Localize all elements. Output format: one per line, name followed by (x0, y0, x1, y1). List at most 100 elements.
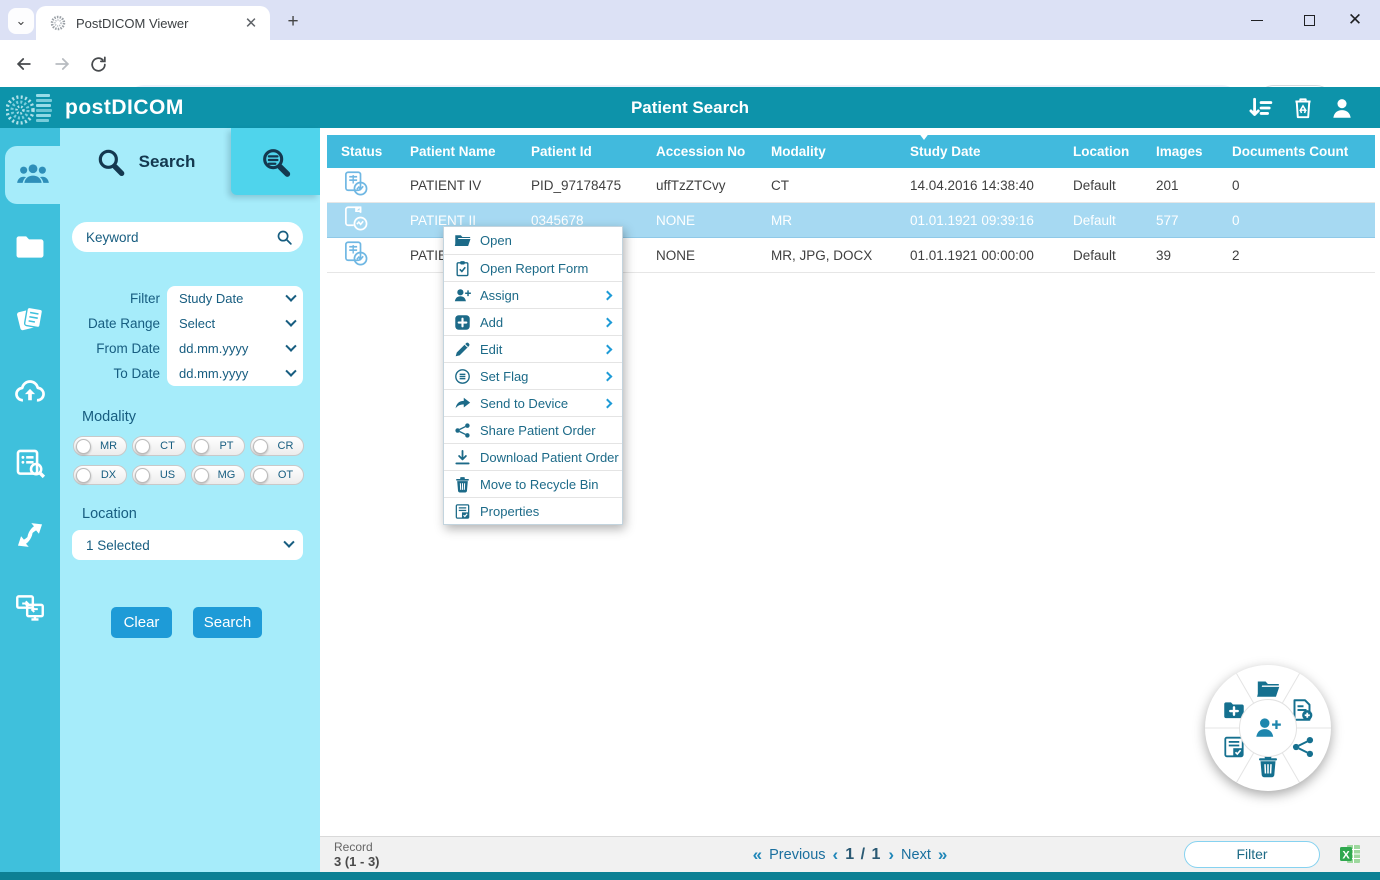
submenu-arrow-icon (603, 371, 613, 381)
first-page-icon[interactable]: « (753, 845, 762, 865)
menu-item-label: Assign (480, 288, 604, 303)
filter-row-label: Filter (60, 286, 160, 311)
modality-label: Modality (82, 409, 136, 425)
modality-toggle-us[interactable]: US (132, 465, 186, 485)
table-row[interactable]: PATIENT IV PID_97178475 uffTzZTCvy CT 14… (327, 168, 1375, 203)
reload-icon[interactable] (86, 52, 110, 76)
modality-toggle-cr[interactable]: CR (250, 436, 304, 456)
menu-item-label: Download Patient Order (480, 450, 619, 465)
modality-label-text: PT (209, 440, 244, 452)
menu-item-move-to-recycle-bin[interactable]: Move to Recycle Bin (444, 470, 622, 497)
report-form-icon (454, 260, 471, 277)
prev-page-icon[interactable]: ‹ (833, 845, 839, 865)
column-header-study-date[interactable]: Study Date (910, 144, 1073, 159)
chevron-down-icon (285, 340, 296, 351)
tab-close-icon[interactable]: ✕ (242, 14, 260, 32)
add-plus-icon (454, 314, 471, 331)
column-header-modality[interactable]: Modality (771, 144, 910, 159)
column-header-patient-id[interactable]: Patient Id (531, 144, 656, 159)
column-header-location[interactable]: Location (1073, 144, 1156, 159)
sidebar-item-patients[interactable] (5, 146, 60, 204)
menu-item-label: Send to Device (480, 396, 604, 411)
window-maximize-button[interactable] (1292, 6, 1326, 34)
sort-order-icon[interactable] (1247, 95, 1273, 121)
forward-icon[interactable] (50, 52, 74, 76)
cell-accession-no: NONE (656, 213, 771, 228)
tab-basic-search[interactable]: Search (60, 128, 230, 196)
modality-label-text: CT (150, 440, 185, 452)
filter-select-from-date[interactable]: dd.mm.yyyy (167, 336, 303, 361)
table-header[interactable]: StatusPatient NamePatient IdAccession No… (327, 135, 1375, 168)
back-icon[interactable] (12, 52, 36, 76)
toggle-knob (253, 439, 268, 454)
modality-toggle-dx[interactable]: DX (73, 465, 127, 485)
menu-item-label: Open Report Form (480, 261, 614, 276)
window-close-button[interactable]: ✕ (1338, 6, 1372, 34)
column-header-status[interactable]: Status (341, 144, 410, 159)
tab-advanced-search[interactable] (231, 128, 320, 195)
modality-label-text: US (150, 469, 185, 481)
radial-quick-menu (1205, 665, 1331, 791)
network-devices-icon (13, 590, 47, 624)
toggle-knob (194, 468, 209, 483)
clear-button[interactable]: Clear (111, 607, 172, 638)
tab-search-button[interactable]: ⌄ (8, 8, 34, 34)
export-excel-icon[interactable]: X (1338, 842, 1362, 866)
column-header-images[interactable]: Images (1156, 144, 1232, 159)
menu-item-properties[interactable]: Properties (444, 497, 622, 524)
menu-item-download-patient-order[interactable]: Download Patient Order (444, 443, 622, 470)
chevron-down-icon (283, 537, 294, 548)
window-minimize-button[interactable] (1240, 6, 1274, 34)
menu-item-send-to-device[interactable]: Send to Device (444, 389, 622, 416)
sidebar-item-cloud-upload[interactable] (0, 362, 60, 420)
sidebar-item-network-devices[interactable] (0, 578, 60, 636)
next-page-icon[interactable]: › (888, 845, 894, 865)
new-tab-button[interactable]: + (280, 9, 306, 35)
filter-input[interactable]: Filter (1184, 841, 1320, 868)
sidebar-item-folder[interactable] (0, 218, 60, 276)
column-header-patient-name[interactable]: Patient Name (410, 144, 531, 159)
radial-item-folder-open[interactable] (1256, 677, 1280, 701)
cell-accession-no: NONE (656, 248, 771, 263)
previous-button[interactable]: Previous (769, 847, 825, 863)
search-button[interactable]: Search (193, 607, 262, 638)
radial-item-trash[interactable] (1256, 754, 1280, 778)
menu-item-open[interactable]: Open (444, 227, 622, 254)
filter-select-filter[interactable]: Study Date (167, 286, 303, 311)
menu-item-open-report-form[interactable]: Open Report Form (444, 254, 622, 281)
filter-row-label: From Date (60, 336, 160, 361)
last-page-icon[interactable]: » (938, 845, 947, 865)
modality-toggle-mg[interactable]: MG (191, 465, 245, 485)
keyword-search-icon[interactable] (276, 229, 293, 246)
menu-item-edit[interactable]: Edit (444, 335, 622, 362)
browser-tab[interactable]: PostDICOM Viewer ✕ (36, 6, 270, 40)
column-header-accession-no[interactable]: Accession No (656, 144, 771, 159)
cell-modality: CT (771, 178, 910, 193)
modality-toggle-ct[interactable]: CT (132, 436, 186, 456)
sidebar-item-list-search[interactable] (0, 434, 60, 492)
menu-item-share-patient-order[interactable]: Share Patient Order (444, 416, 622, 443)
filter-select-to-date[interactable]: dd.mm.yyyy (167, 361, 303, 386)
submenu-arrow-icon (603, 290, 613, 300)
next-button[interactable]: Next (901, 847, 931, 863)
app-header: postDICOM Patient Search (0, 87, 1380, 128)
assign-user-icon (454, 287, 471, 304)
modality-toggle-pt[interactable]: PT (191, 436, 245, 456)
recycle-bin-icon[interactable] (1290, 95, 1316, 121)
filter-select-date-range[interactable]: Select (167, 311, 303, 336)
keyword-input[interactable] (86, 230, 276, 245)
sidebar-item-sync-arrows[interactable] (0, 506, 60, 564)
modality-toggle-ot[interactable]: OT (250, 465, 304, 485)
sidebar-item-document-stack[interactable] (0, 290, 60, 348)
location-select[interactable]: 1 Selected (72, 530, 303, 560)
trash-icon (454, 476, 471, 493)
menu-item-set-flag[interactable]: Set Flag (444, 362, 622, 389)
radial-center-assign-button[interactable] (1239, 699, 1297, 757)
menu-item-add[interactable]: Add (444, 308, 622, 335)
modality-toggle-mr[interactable]: MR (73, 436, 127, 456)
select-value: dd.mm.yyyy (179, 366, 287, 381)
menu-item-assign[interactable]: Assign (444, 281, 622, 308)
list-footer: Record 3 (1 - 3) « Previous ‹ 1 / 1 › Ne… (320, 836, 1380, 872)
column-header-documents-count[interactable]: Documents Count (1232, 144, 1375, 159)
user-account-icon[interactable] (1329, 95, 1355, 121)
